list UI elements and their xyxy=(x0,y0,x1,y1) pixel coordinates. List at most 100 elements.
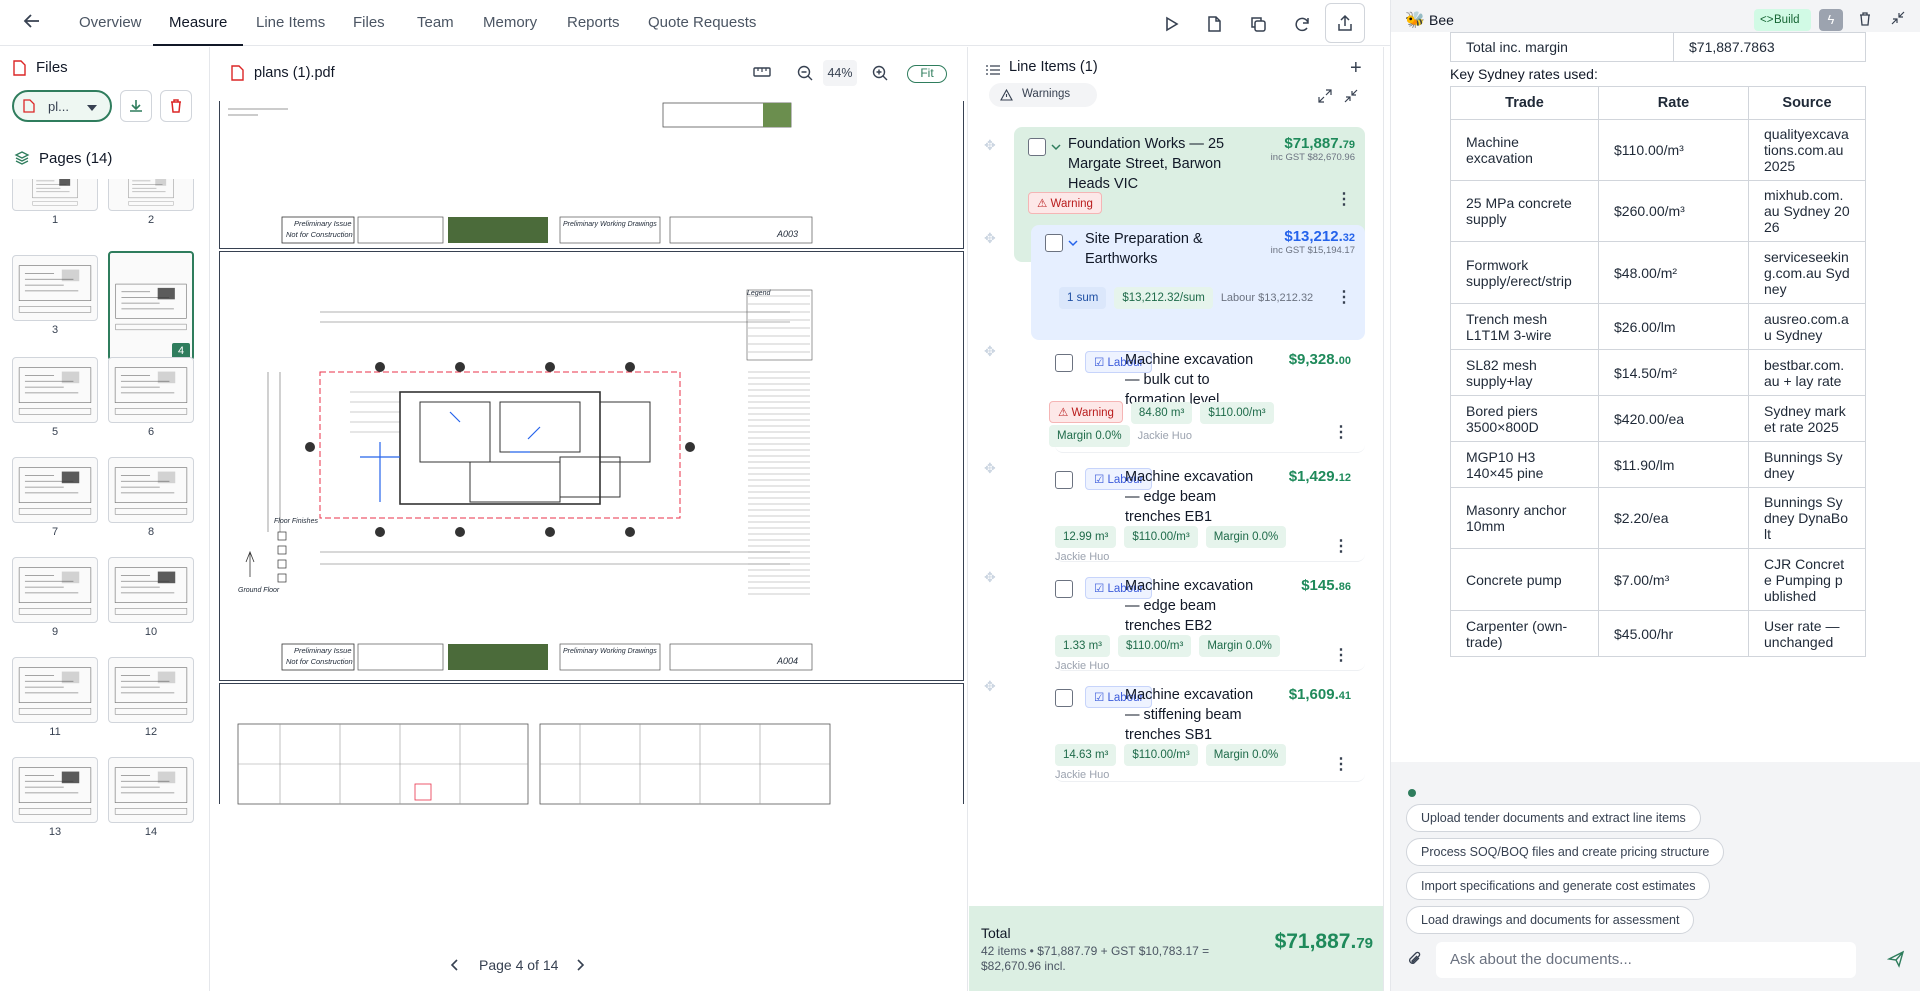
files-title: Files xyxy=(36,59,68,76)
drag-handle-icon[interactable]: ✥ xyxy=(984,137,996,154)
refresh-icon[interactable] xyxy=(1286,8,1318,40)
fit-button[interactable]: Fit xyxy=(907,65,947,83)
line-item-card[interactable]: ✥ ☑ Labour Machine excavation — edge beam … xyxy=(984,569,1365,672)
page-thumbnail[interactable]: 14 xyxy=(108,757,194,838)
page-thumbnail[interactable]: 5 xyxy=(12,357,98,438)
page-thumbnail[interactable]: 10 xyxy=(108,557,194,638)
page-thumbnail[interactable]: 11 xyxy=(12,657,98,738)
play-icon[interactable] xyxy=(1155,8,1187,40)
send-icon[interactable] xyxy=(1886,950,1905,971)
expand-icon[interactable] xyxy=(1318,89,1332,106)
more-options-icon[interactable]: ⋮ xyxy=(1331,422,1351,442)
page-thumbnail[interactable]: 1 xyxy=(12,179,98,226)
line-item-card[interactable]: ✥ ☑ Labour Machine excavation — stiffening… xyxy=(984,678,1365,782)
sheet-number-a004: A004 xyxy=(777,656,799,666)
page-thumbnail[interactable]: 6 xyxy=(108,357,194,438)
more-options-icon[interactable]: ⋮ xyxy=(1334,189,1354,209)
page-number: 8 xyxy=(147,526,155,538)
tab-team[interactable]: Team xyxy=(417,0,454,46)
item-checkbox[interactable] xyxy=(1055,689,1073,707)
add-line-item-icon[interactable]: + xyxy=(1350,57,1362,80)
export-icon[interactable] xyxy=(1325,3,1365,43)
tab-measure[interactable]: Measure xyxy=(153,0,244,46)
item-checkbox[interactable] xyxy=(1055,471,1073,489)
rate-source: bestbar.com.au + lay rate xyxy=(1748,349,1866,396)
collapse-icon[interactable] xyxy=(1344,89,1358,106)
page-number: 1 xyxy=(51,214,59,226)
subgroup-card[interactable]: ✥ Site Preparation & Earthworks $13,212.… xyxy=(984,225,1365,340)
suggestion-button[interactable]: Process SOQ/BOQ files and create pricing… xyxy=(1406,838,1725,866)
minimize-icon[interactable] xyxy=(1891,11,1905,28)
item-chips: 14.63 m³ $110.00/m³ Margin 0.0% xyxy=(1055,744,1294,766)
chevron-down-icon[interactable] xyxy=(1050,139,1062,155)
group-checkbox[interactable] xyxy=(1028,138,1046,156)
page-number: 12 xyxy=(144,726,158,738)
more-options-icon[interactable]: ⋮ xyxy=(1331,536,1351,556)
pdf-filename: plans (1).pdf xyxy=(254,65,335,81)
chat-input[interactable]: Ask about the documents... xyxy=(1436,942,1856,978)
drag-handle-icon[interactable]: ✥ xyxy=(984,678,996,695)
pdf-page-4: Legend Floor Finishes Ground Floor Preli… xyxy=(219,251,964,681)
drag-handle-icon[interactable]: ✥ xyxy=(984,569,996,586)
page-thumbnail[interactable]: 4 xyxy=(108,251,194,361)
more-options-icon[interactable]: ⋮ xyxy=(1331,645,1351,665)
rate-value: $110.00/m³ xyxy=(1598,119,1749,181)
page-thumbnail[interactable]: 13 xyxy=(12,757,98,838)
page-thumbnail[interactable]: 7 xyxy=(12,457,98,538)
build-mode-button[interactable]: <> Build xyxy=(1754,9,1811,31)
drag-handle-icon[interactable]: ✥ xyxy=(984,230,996,247)
download-button[interactable] xyxy=(120,90,152,122)
line-item-card[interactable]: ✥ ☑ Labour Machine excavation — bulk cut t… xyxy=(984,343,1365,453)
suggestion-button[interactable]: Import specifications and generate cost … xyxy=(1406,872,1711,900)
thumbnail-image xyxy=(12,457,98,523)
page-thumbnail[interactable]: 9 xyxy=(12,557,98,638)
page-thumbnail[interactable]: 12 xyxy=(108,657,194,738)
drag-handle-icon[interactable]: ✥ xyxy=(984,343,996,360)
warning-badge: ⚠ Warning xyxy=(1028,192,1102,214)
page-number: 7 xyxy=(51,526,59,538)
page-thumbnail[interactable]: 2 xyxy=(108,179,194,226)
delete-file-button[interactable] xyxy=(160,90,192,122)
back-arrow-icon[interactable] xyxy=(22,11,48,35)
line-item-card[interactable]: ✥ ☑ Labour Machine excavation — edge beam … xyxy=(984,460,1365,563)
ruler-icon[interactable] xyxy=(753,65,771,82)
trash-icon[interactable] xyxy=(1858,11,1872,30)
prelim-issue-label: Preliminary Issue xyxy=(294,219,352,228)
ground-floor-label: Ground Floor xyxy=(238,587,280,594)
rate-trade: Formwork supply/erect/strip xyxy=(1450,241,1599,304)
tab-quote-requests[interactable]: Quote Requests xyxy=(648,0,756,46)
copy-icon[interactable] xyxy=(1242,8,1274,40)
prev-page-icon[interactable] xyxy=(449,958,461,975)
tab-reports[interactable]: Reports xyxy=(567,0,620,46)
suggestion-button[interactable]: Upload tender documents and extract line… xyxy=(1406,804,1701,832)
page-thumbnail[interactable]: 8 xyxy=(108,457,194,538)
zoom-in-icon[interactable] xyxy=(872,65,889,85)
suggestion-button[interactable]: Load drawings and documents for assessme… xyxy=(1406,906,1695,934)
warnings-filter[interactable]: Warnings xyxy=(989,83,1097,107)
attach-icon[interactable] xyxy=(1407,950,1423,971)
drag-handle-icon[interactable]: ✥ xyxy=(984,460,996,477)
header-trade: Trade xyxy=(1450,86,1599,120)
rate-chip: $110.00/m³ xyxy=(1124,526,1198,548)
zoom-out-icon[interactable] xyxy=(797,65,814,85)
tab-line-items[interactable]: Line Items xyxy=(256,0,325,46)
rate-row: Trench mesh L1T1M 3-wire $26.00/lm ausreo.… xyxy=(1450,303,1866,350)
file-select[interactable]: pl... xyxy=(12,90,112,122)
item-price: $9,328.00 xyxy=(1288,351,1351,368)
thumbnail-image xyxy=(12,255,98,321)
page-thumbnail[interactable]: 3 xyxy=(12,255,98,336)
lightning-icon[interactable]: ϟ xyxy=(1819,9,1843,31)
next-page-icon[interactable] xyxy=(574,958,586,975)
subgroup-checkbox[interactable] xyxy=(1045,234,1063,252)
document-icon[interactable] xyxy=(1198,8,1230,40)
more-options-icon[interactable]: ⋮ xyxy=(1331,754,1351,774)
summary-label: Total inc. margin xyxy=(1450,32,1674,62)
rate-row: SL82 mesh supply+lay $14.50/m² bestbar.com… xyxy=(1450,349,1866,396)
item-checkbox[interactable] xyxy=(1055,580,1073,598)
chevron-down-icon[interactable] xyxy=(1067,235,1079,251)
tab-files[interactable]: Files xyxy=(353,0,385,46)
tab-memory[interactable]: Memory xyxy=(483,0,537,46)
item-checkbox[interactable] xyxy=(1055,354,1073,372)
tab-overview[interactable]: Overview xyxy=(79,0,142,46)
more-options-icon[interactable]: ⋮ xyxy=(1334,287,1354,307)
